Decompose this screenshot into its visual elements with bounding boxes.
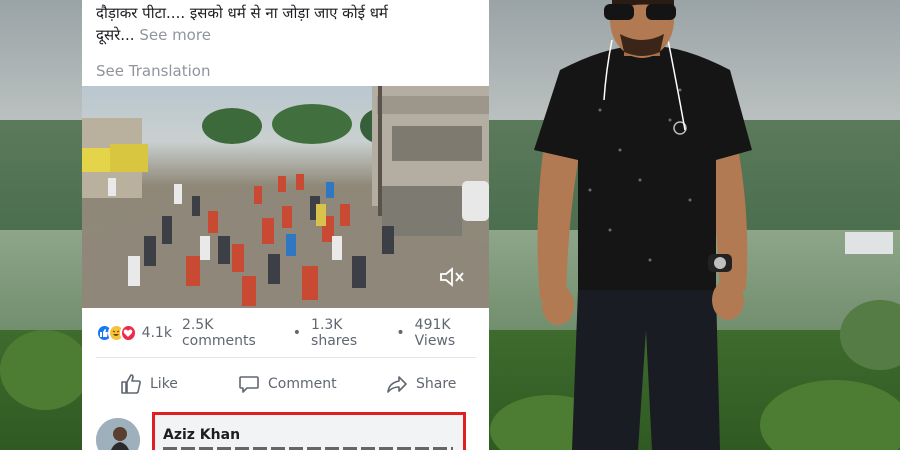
share-count[interactable]: 1.3K shares <box>311 317 386 349</box>
commenter-avatar[interactable] <box>96 418 140 450</box>
post-text-line-1: दौड़ाकर पीटा.... इसको धर्म से ना जोड़ा ज… <box>96 4 388 22</box>
share-button[interactable]: Share <box>386 368 456 400</box>
like-label: Like <box>150 376 178 392</box>
comment-button[interactable]: Comment <box>238 368 337 400</box>
stat-separator: • <box>396 325 405 341</box>
comment-icon <box>239 376 259 393</box>
stat-separator: • <box>292 325 302 341</box>
view-count: 491K Views <box>414 317 456 349</box>
divider <box>96 357 476 358</box>
post-text-truncated: दूसरे... <box>96 26 135 44</box>
highlighted-comment: Aziz Khan <box>152 412 466 450</box>
comment-author[interactable]: Aziz Khan <box>163 427 240 443</box>
video-frame <box>82 86 489 308</box>
see-more-link[interactable]: See more <box>139 26 211 44</box>
building <box>845 232 893 254</box>
bush <box>0 330 90 410</box>
post-text: दौड़ाकर पीटा.... इसको धर्म से ना जोड़ा ज… <box>96 2 476 46</box>
facebook-post-card: दौड़ाकर पीटा.... इसको धर्म से ना जोड़ा ज… <box>82 0 489 450</box>
see-translation-link[interactable]: See Translation <box>96 62 210 80</box>
like-button[interactable]: Like <box>120 368 178 400</box>
share-arrow-icon <box>387 376 407 393</box>
speaker-muted-icon[interactable] <box>439 266 465 288</box>
reaction-count[interactable]: 4.1k <box>142 325 172 341</box>
post-actions: Like Comment Share <box>82 368 489 400</box>
post-stats: 4.1k 2.5K comments • 1.3K shares • 491K … <box>96 317 489 349</box>
video-player[interactable] <box>82 86 489 308</box>
comment-count[interactable]: 2.5K comments <box>182 317 283 349</box>
share-label: Share <box>416 376 457 392</box>
thumbs-up-icon <box>121 374 141 394</box>
post-text-line-2: दूसरे... See more <box>96 24 476 46</box>
man-photo <box>534 0 752 450</box>
love-reaction-icon[interactable] <box>119 324 137 342</box>
comment-label: Comment <box>268 376 337 392</box>
